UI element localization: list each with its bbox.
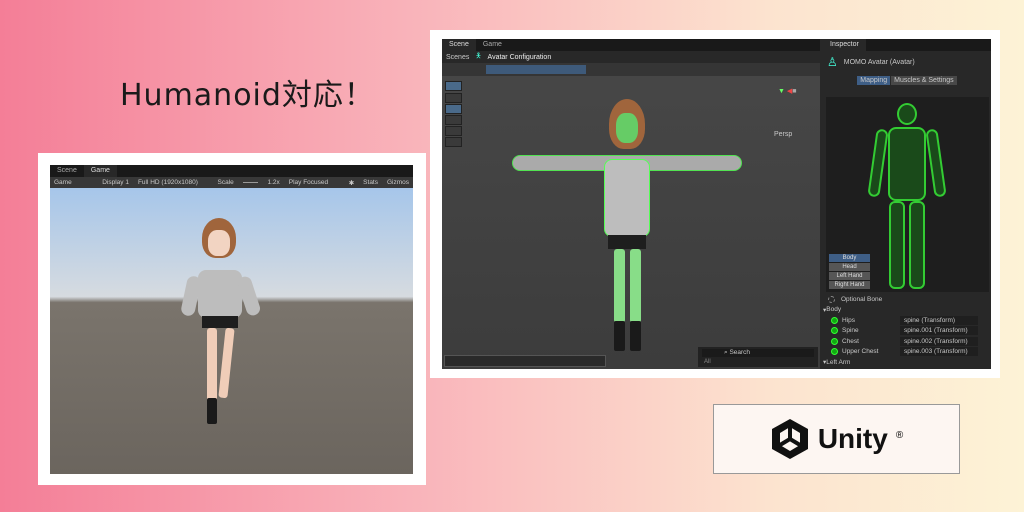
bone-name: Spine xyxy=(842,327,859,335)
search-input[interactable]: ⌕ Search xyxy=(702,349,814,357)
scene-viewport[interactable]: ▼ ◀■ Persp ⌕ Search All xyxy=(442,63,820,369)
bone-field[interactable]: spine.001 (Transform) xyxy=(900,326,978,336)
bone-row[interactable]: Chest spine.002 (Transform) xyxy=(823,336,991,347)
rect-tool[interactable] xyxy=(445,126,462,136)
unity-editor: Scene Game Scenes 🯅 Avatar Configuration… xyxy=(442,39,991,369)
right-hand-button[interactable]: Right Hand xyxy=(829,281,870,289)
overlay-toolbar[interactable] xyxy=(444,355,606,367)
resolution-dropdown[interactable]: Full HD (1920x1080) xyxy=(138,179,209,186)
gizmos-button[interactable]: Gizmos xyxy=(387,179,409,186)
mode-dropdown[interactable]: Game xyxy=(54,179,93,186)
bone-row[interactable]: Spine spine.001 (Transform) xyxy=(823,326,991,337)
tab-muscles-settings[interactable]: Muscles & Settings xyxy=(891,76,957,85)
game-view-card: Scene Game Game Display 1 Full HD (1920x… xyxy=(38,153,426,485)
scene-toolbar xyxy=(442,63,820,76)
group-label: Left Arm xyxy=(826,358,851,366)
bug-icon[interactable]: ✱ xyxy=(349,179,354,187)
transform-tool[interactable] xyxy=(445,137,462,147)
breadcrumb: Scenes 🯅 Avatar Configuration xyxy=(442,51,820,63)
stats-button[interactable]: Stats xyxy=(363,179,378,186)
head-bone[interactable] xyxy=(897,103,917,125)
bone-icon xyxy=(831,337,838,345)
body-button[interactable]: Body xyxy=(829,254,870,262)
avatar-icon: ♙ xyxy=(827,55,838,69)
search-placeholder: Search xyxy=(729,349,751,356)
scale-tool[interactable] xyxy=(445,115,462,125)
search-panel: ⌕ Search All xyxy=(698,347,818,367)
game-viewport[interactable] xyxy=(50,188,413,474)
bone-name: Upper Chest xyxy=(842,348,879,356)
unity-wordmark: Unity xyxy=(817,423,888,454)
rotate-tool[interactable] xyxy=(445,104,462,114)
group-body[interactable]: ▾ Body xyxy=(823,305,991,316)
group-left-arm[interactable]: ▾ Left Arm xyxy=(823,357,991,368)
headline: Humanoid対応！ xyxy=(120,78,375,113)
bone-icon xyxy=(831,316,838,324)
head-button[interactable]: Head xyxy=(829,263,870,271)
unity-logo-card: Unity ® xyxy=(713,404,960,474)
body-map[interactable]: Body Head Left Hand Right Hand xyxy=(826,97,989,292)
bone-name: Chest xyxy=(842,337,859,345)
view-tool[interactable] xyxy=(445,81,462,91)
bone-field[interactable]: spine.002 (Transform) xyxy=(900,336,978,346)
optional-bone-icon xyxy=(828,295,835,303)
persp-label[interactable]: Persp xyxy=(774,131,792,138)
editor-card: Scene Game Scenes 🯅 Avatar Configuration… xyxy=(430,30,1000,378)
torso-bones[interactable] xyxy=(888,127,926,201)
bone-field[interactable]: spine.003 (Transform) xyxy=(900,347,978,357)
avatar-tpose xyxy=(512,99,742,359)
tab-scene[interactable]: Scene xyxy=(50,165,84,177)
search-filter[interactable]: All xyxy=(698,359,818,365)
bone-field[interactable]: spine (Transform) xyxy=(900,315,978,325)
tab-inspector[interactable]: Inspector xyxy=(823,39,866,51)
scale-label: Scale xyxy=(217,179,234,186)
avatar-character xyxy=(179,218,280,448)
bone-icon xyxy=(831,348,838,356)
play-mode-dropdown[interactable]: Play Focused xyxy=(289,179,340,186)
bone-name: Hips xyxy=(842,316,856,324)
breadcrumb-current: Avatar Configuration xyxy=(487,53,552,61)
game-window: Scene Game Game Display 1 Full HD (1920x… xyxy=(50,165,413,474)
scale-slider[interactable] xyxy=(242,182,259,183)
move-tool[interactable] xyxy=(445,93,462,103)
bone-icon xyxy=(831,327,838,335)
bone-row[interactable]: Hips spine (Transform) xyxy=(823,315,991,326)
left-hand-button[interactable]: Left Hand xyxy=(829,272,870,280)
tab-game[interactable]: Game xyxy=(83,165,117,177)
display-dropdown[interactable]: Display 1 xyxy=(102,179,129,186)
view-gizmo[interactable]: ▼ ◀■ xyxy=(778,87,797,95)
optional-bone-label: Optional Bone xyxy=(841,295,883,303)
tab-game[interactable]: Game xyxy=(476,39,509,51)
gizmo-buttons[interactable] xyxy=(486,65,586,74)
tab-mapping[interactable]: Mapping xyxy=(857,76,891,85)
scenes-link[interactable]: Scenes xyxy=(446,54,469,61)
avatar-icon: 🯅 xyxy=(475,52,482,60)
registered-mark: ® xyxy=(895,429,904,441)
bone-row[interactable]: Upper Chest spine.003 (Transform) xyxy=(823,347,991,358)
object-name: MOMO Avatar (Avatar) xyxy=(843,58,915,66)
tab-scene[interactable]: Scene xyxy=(442,39,476,51)
scale-value: 1.2x xyxy=(267,179,280,186)
game-toolbar: Game Display 1 Full HD (1920x1080) Scale… xyxy=(50,177,413,188)
inspector-panel: Inspector ♙ MOMO Avatar (Avatar) Mapping… xyxy=(823,39,991,369)
group-label: Body xyxy=(826,306,842,314)
unity-cube-icon xyxy=(771,419,808,459)
